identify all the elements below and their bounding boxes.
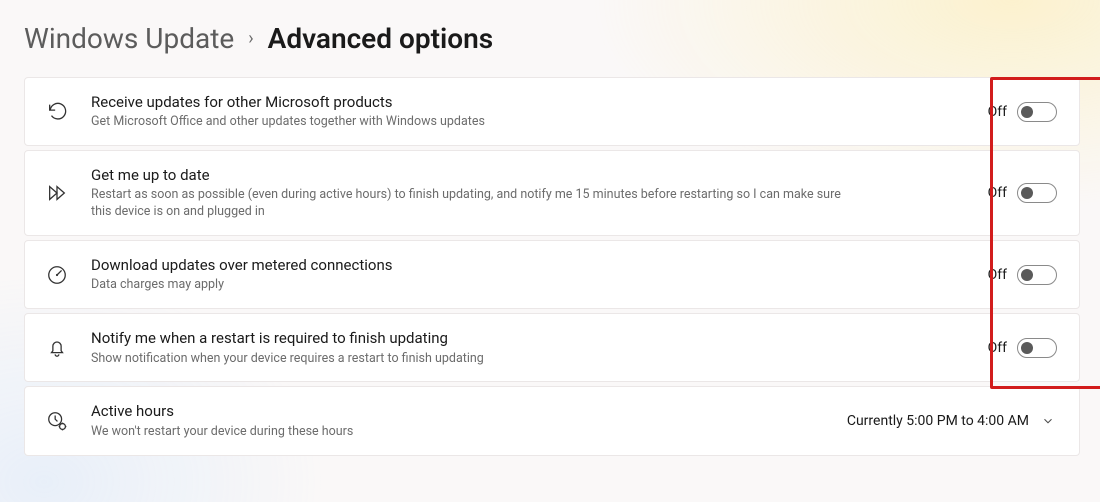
- setting-row-restart-notify: Notify me when a restart is required to …: [24, 313, 1080, 382]
- setting-subtitle: Get Microsoft Office and other updates t…: [91, 114, 851, 131]
- setting-text: Active hours We won't restart your devic…: [91, 401, 827, 440]
- setting-subtitle: Show notification when your device requi…: [91, 351, 851, 368]
- breadcrumb: Windows Update › Advanced options: [24, 22, 1080, 55]
- clock-gear-icon: [43, 410, 71, 432]
- breadcrumb-parent[interactable]: Windows Update: [24, 22, 234, 55]
- toggle-receive-updates[interactable]: [1017, 102, 1057, 122]
- setting-title: Receive updates for other Microsoft prod…: [91, 92, 968, 112]
- setting-title: Get me up to date: [91, 165, 968, 185]
- setting-subtitle: Restart as soon as possible (even during…: [91, 187, 851, 221]
- setting-row-get-me-up-to-date: Get me up to date Restart as soon as pos…: [24, 150, 1080, 236]
- setting-row-receive-updates: Receive updates for other Microsoft prod…: [24, 77, 1080, 146]
- fast-forward-icon: [43, 182, 71, 204]
- toggle-get-me-up-to-date[interactable]: [1017, 183, 1057, 203]
- setting-title: Notify me when a restart is required to …: [91, 328, 968, 348]
- toggle-state-label: Off: [988, 104, 1007, 120]
- setting-text: Receive updates for other Microsoft prod…: [91, 92, 968, 131]
- history-icon: [43, 101, 71, 123]
- setting-subtitle: We won't restart your device during thes…: [91, 424, 827, 441]
- setting-control: Off: [988, 183, 1057, 203]
- toggle-restart-notify[interactable]: [1017, 338, 1057, 358]
- chevron-down-icon[interactable]: [1039, 412, 1057, 430]
- setting-subtitle: Data charges may apply: [91, 277, 851, 294]
- setting-row-metered: Download updates over metered connection…: [24, 240, 1080, 309]
- bell-icon: [43, 337, 71, 359]
- setting-title: Download updates over metered connection…: [91, 255, 968, 275]
- settings-list: Receive updates for other Microsoft prod…: [24, 77, 1080, 456]
- setting-title: Active hours: [91, 401, 827, 421]
- toggle-state-label: Off: [988, 340, 1007, 356]
- toggle-state-label: Off: [988, 185, 1007, 201]
- setting-text: Download updates over metered connection…: [91, 255, 968, 294]
- setting-text: Get me up to date Restart as soon as pos…: [91, 165, 968, 221]
- toggle-metered[interactable]: [1017, 265, 1057, 285]
- setting-control: Currently 5:00 PM to 4:00 AM: [847, 412, 1057, 430]
- setting-control: Off: [988, 338, 1057, 358]
- setting-text: Notify me when a restart is required to …: [91, 328, 968, 367]
- setting-control: Off: [988, 102, 1057, 122]
- setting-control: Off: [988, 265, 1057, 285]
- breadcrumb-current: Advanced options: [268, 22, 494, 55]
- setting-row-active-hours[interactable]: Active hours We won't restart your devic…: [24, 386, 1080, 455]
- toggle-state-label: Off: [988, 267, 1007, 283]
- active-hours-value: Currently 5:00 PM to 4:00 AM: [847, 413, 1029, 429]
- chevron-right-icon: ›: [248, 28, 253, 49]
- meter-icon: [43, 264, 71, 286]
